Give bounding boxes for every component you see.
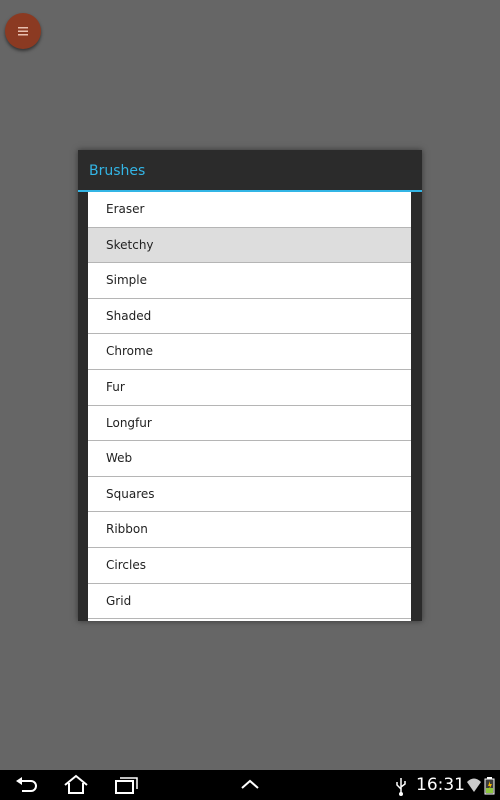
usb-icon — [396, 778, 406, 796]
brush-item-eraser[interactable]: Eraser — [88, 192, 411, 228]
brush-item-sketchy[interactable]: Sketchy — [88, 227, 411, 264]
back-icon[interactable] — [12, 770, 40, 800]
brush-item-simple[interactable]: Simple — [88, 263, 411, 299]
brush-item-longfur[interactable]: Longfur — [88, 405, 411, 442]
brush-list[interactable]: Eraser Sketchy Simple Shaded Chrome Fur Longfu… — [88, 192, 411, 621]
brush-item-fur[interactable]: Fur — [88, 369, 411, 406]
brush-item-ribbon[interactable]: Ribbon — [88, 512, 411, 548]
dialog-title: Brushes — [78, 150, 422, 192]
brush-item-grid[interactable]: Grid — [88, 583, 411, 620]
brush-item-circles[interactable]: Circles — [88, 547, 411, 584]
home-icon[interactable] — [61, 770, 91, 800]
brush-item-chrome[interactable]: Chrome — [88, 334, 411, 370]
wifi-icon — [467, 778, 481, 792]
brush-item-web[interactable]: Web — [88, 441, 411, 477]
system-navigation-bar: 16:31 — [0, 770, 500, 800]
brush-item-shaded[interactable]: Shaded — [88, 298, 411, 335]
brush-item-squares[interactable]: Squares — [88, 476, 411, 513]
menu-button[interactable] — [5, 13, 41, 49]
chevron-up-icon[interactable] — [236, 770, 264, 800]
recent-apps-icon[interactable] — [112, 770, 140, 800]
hamburger-icon — [18, 27, 28, 36]
brushes-dialog: Brushes Eraser Sketchy Simple Shaded Chrome F… — [78, 150, 422, 621]
battery-icon — [484, 777, 495, 795]
status-clock: 16:31 — [416, 775, 465, 795]
